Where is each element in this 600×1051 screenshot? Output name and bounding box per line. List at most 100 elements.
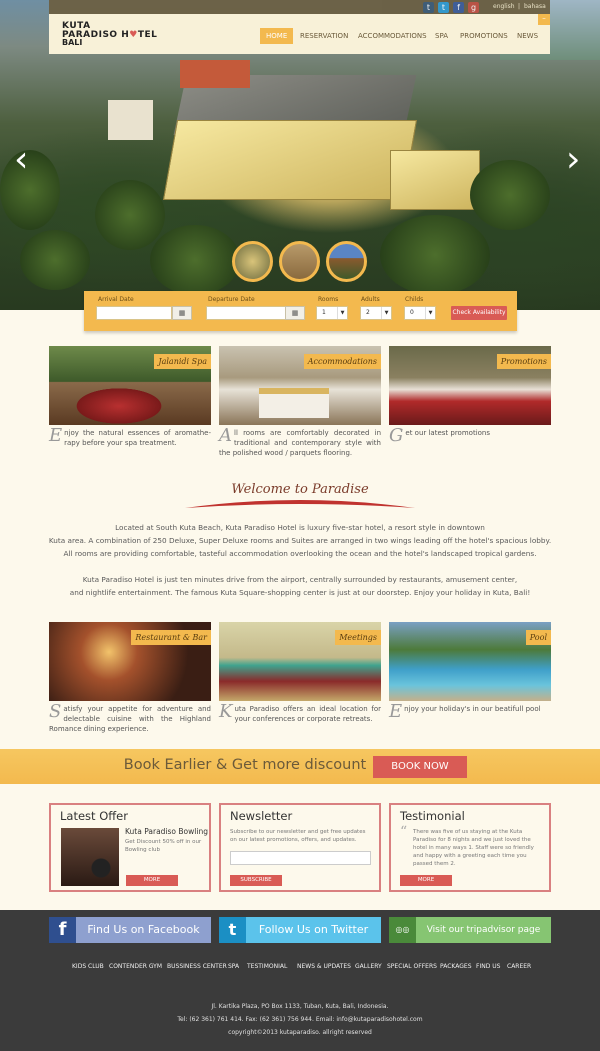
bowling-image bbox=[61, 828, 119, 886]
slider-thumb-2[interactable] bbox=[279, 241, 320, 282]
calendar-icon[interactable]: ▦ bbox=[172, 306, 192, 320]
nav-accommodations[interactable]: ACCOMMODATIONS bbox=[352, 28, 433, 44]
footer-link-spa[interactable]: SPA bbox=[228, 963, 239, 970]
footer-link-gym[interactable]: CONTENDER GYM bbox=[109, 963, 162, 970]
footer-link-business-center[interactable]: BUSSINESS CENTER bbox=[167, 963, 227, 970]
footer-link-kids-club[interactable]: KIDS CLUB bbox=[72, 963, 104, 970]
nav-reservation[interactable]: RESERVATION bbox=[294, 28, 354, 44]
check-availability-button[interactable]: Check Availability bbox=[451, 306, 507, 320]
card-restaurant[interactable]: Restaurant & Bar Satisfy your appetite f… bbox=[49, 622, 211, 734]
hotel-wing bbox=[390, 150, 480, 210]
palm-tree bbox=[470, 160, 550, 230]
accommodations-text: ll rooms are comfortably decorated in tr… bbox=[219, 429, 381, 457]
facebook-button[interactable]: f Find Us on Facebook bbox=[49, 917, 211, 943]
logo-text-bali: BALI bbox=[62, 38, 83, 47]
card-accommodations[interactable]: Accommodations All rooms are comfortably… bbox=[219, 346, 381, 458]
arrival-date-input[interactable] bbox=[96, 306, 172, 320]
lang-separator: | bbox=[518, 3, 521, 10]
facebook-button-label: Find Us on Facebook bbox=[87, 923, 200, 936]
footer-link-testimonial[interactable]: TESTIMONIAL bbox=[247, 963, 287, 970]
chevron-down-icon: ▼ bbox=[381, 307, 391, 319]
slider-prev-icon[interactable]: ‹ bbox=[14, 140, 28, 180]
footer-link-gallery[interactable]: GALLERY bbox=[355, 963, 382, 970]
departure-date-input[interactable] bbox=[206, 306, 286, 320]
welcome-line: Located at South Kuta Beach, Kuta Paradi… bbox=[115, 523, 485, 532]
childs-value: 0 bbox=[410, 309, 414, 316]
footer-link-special-offers[interactable]: SPECIAL OFFERS bbox=[387, 963, 437, 970]
pool-image: Pool bbox=[389, 622, 551, 701]
testimonial-box: Testimonial “ There was five of us stayi… bbox=[389, 803, 551, 892]
palm-tree bbox=[380, 215, 490, 295]
footer-link-news[interactable]: NEWS & UPDATES bbox=[297, 963, 351, 970]
footer-link-career[interactable]: CAREER bbox=[507, 963, 531, 970]
tripadvisor-button[interactable]: ◎◎ Visit our tripadvisor page bbox=[389, 917, 551, 943]
nav-home[interactable]: HOME bbox=[260, 28, 294, 44]
meetings-label: Meetings bbox=[335, 630, 381, 645]
footer-copyright: copyright©2013 kutaparadiso. allright re… bbox=[228, 1029, 372, 1036]
dropcap: E bbox=[49, 425, 63, 446]
accommodations-image: Accommodations bbox=[219, 346, 381, 425]
newsletter-email-input[interactable] bbox=[230, 851, 371, 865]
restaurant-text: atisfy your appetite for adventure and d… bbox=[49, 705, 211, 733]
card-promotions[interactable]: Promotions Get our latest promotions bbox=[389, 346, 551, 445]
subscribe-button[interactable]: SUBSCRIBE bbox=[230, 875, 282, 886]
card-meetings[interactable]: Meetings Kuta Paradiso offers an ideal l… bbox=[219, 622, 381, 724]
menu-toggle-icon[interactable]: – bbox=[538, 14, 550, 25]
departure-label: Departure Date bbox=[208, 296, 255, 303]
promo-text: Book Earlier & Get more discount bbox=[123, 757, 367, 773]
nav-promotions[interactable]: PROMOTIONS bbox=[454, 28, 514, 44]
nav-spa[interactable]: SPA bbox=[429, 28, 454, 44]
newsletter-text: Subscribe to our newsletter and get free… bbox=[230, 829, 366, 843]
logo-heart-icon: ♥ bbox=[129, 30, 138, 40]
welcome-paragraph-1: Located at South Kuta Beach, Kuta Paradi… bbox=[30, 521, 570, 560]
logo-text-tel: TEL bbox=[137, 30, 158, 40]
red-roof-building bbox=[180, 60, 250, 88]
twitter-button[interactable]: t Follow Us on Twitter bbox=[219, 917, 381, 943]
newsletter-box: Newsletter Subscribe to our newsletter a… bbox=[219, 803, 381, 892]
palm-tree bbox=[95, 180, 165, 250]
slider-thumb-1[interactable] bbox=[232, 241, 273, 282]
decorative-swoosh bbox=[185, 500, 415, 508]
twitter-icon[interactable]: t bbox=[438, 2, 449, 13]
welcome-line: Kuta Paradiso Hotel is just ten minutes … bbox=[82, 575, 518, 584]
footer-link-packages[interactable]: PACKAGES bbox=[440, 963, 472, 970]
dropcap: E bbox=[389, 701, 403, 722]
adults-select[interactable]: 2 ▼ bbox=[360, 306, 392, 320]
rooms-select[interactable]: 1 ▼ bbox=[316, 306, 348, 320]
footer-contact: Tel: (62 361) 761 414. Fax: (62 361) 756… bbox=[177, 1016, 423, 1023]
footer-link-find-us[interactable]: FIND US bbox=[476, 963, 500, 970]
facebook-icon[interactable]: f bbox=[453, 2, 464, 13]
offer-more-button[interactable]: MORE bbox=[126, 875, 178, 886]
slider-thumb-3[interactable] bbox=[326, 241, 367, 282]
welcome-paragraph-2: Kuta Paradiso Hotel is just ten minutes … bbox=[30, 573, 570, 599]
googleplus-icon[interactable]: g bbox=[468, 2, 479, 13]
calendar-icon[interactable]: ▦ bbox=[285, 306, 305, 320]
chevron-down-icon: ▼ bbox=[425, 307, 435, 319]
palm-tree bbox=[0, 150, 60, 230]
childs-select[interactable]: 0 ▼ bbox=[404, 306, 436, 320]
nav-news[interactable]: NEWS bbox=[511, 28, 544, 44]
childs-label: Childs bbox=[405, 296, 424, 303]
accommodations-label: Accommodations bbox=[303, 354, 381, 369]
testimonial-more-button[interactable]: MORE bbox=[400, 875, 452, 886]
palm-tree bbox=[20, 230, 90, 290]
arrival-label: Arrival Date bbox=[98, 296, 134, 303]
tumblr-icon[interactable]: t bbox=[423, 2, 434, 13]
card-spa[interactable]: Jalanidi Spa Enjoy the natural essences … bbox=[49, 346, 211, 448]
lang-english-link[interactable]: english bbox=[493, 3, 515, 10]
slider-next-icon[interactable]: › bbox=[566, 140, 580, 180]
rooms-label: Rooms bbox=[318, 296, 339, 303]
rooms-value: 1 bbox=[322, 309, 326, 316]
restaurant-image: Restaurant & Bar bbox=[49, 622, 211, 701]
adults-value: 2 bbox=[366, 309, 370, 316]
book-now-button[interactable]: BOOK NOW bbox=[373, 756, 467, 778]
booking-form: Arrival Date ▦ Departure Date ▦ Rooms 1 ▼… bbox=[84, 291, 517, 331]
offer-item-text: Get Discount 50% off in our Bowling club bbox=[125, 839, 202, 853]
facebook-icon: f bbox=[49, 917, 76, 943]
dropcap: K bbox=[219, 701, 233, 722]
lang-bahasa-link[interactable]: bahasa bbox=[524, 3, 546, 10]
card-pool[interactable]: Pool Enjoy your holiday's in our beatifu… bbox=[389, 622, 551, 721]
quote-icon: “ bbox=[400, 824, 408, 840]
footer-address: Jl. Kartika Plaza, PO Box 1133, Tuban, K… bbox=[211, 1003, 389, 1010]
welcome-line: and nightlife entertainment. The famous … bbox=[69, 588, 531, 597]
